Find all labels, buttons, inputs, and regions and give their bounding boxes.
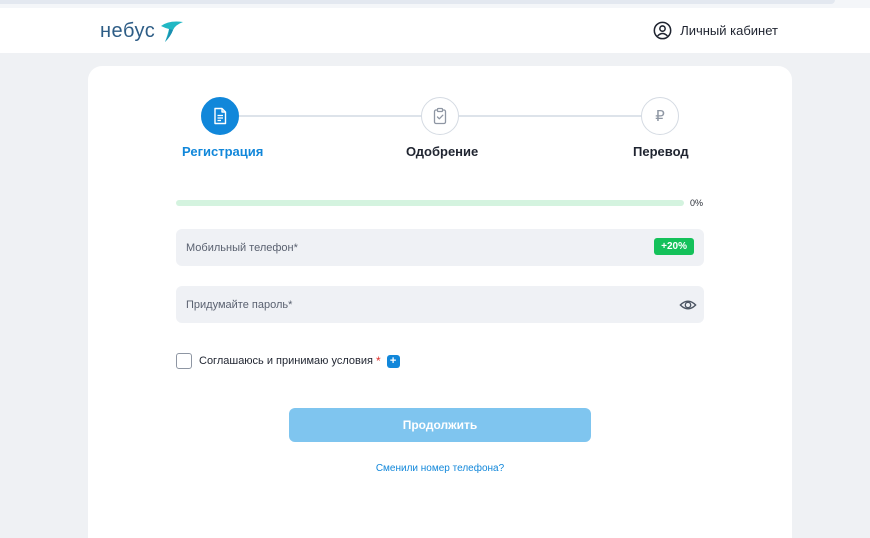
account-link[interactable]: Личный кабинет [653, 21, 778, 40]
clipboard-check-icon [433, 107, 447, 125]
document-icon [214, 107, 227, 125]
logo[interactable]: небус [100, 17, 185, 45]
user-circle-icon [653, 21, 672, 40]
eye-icon[interactable] [679, 296, 697, 314]
stepper-line-1 [239, 115, 422, 117]
ruble-icon: ₽ [655, 107, 665, 125]
phone-field[interactable]: +20% [176, 229, 704, 266]
browser-top-strip [0, 0, 870, 8]
progress-bar [176, 200, 684, 206]
agree-checkbox[interactable] [176, 353, 192, 369]
phone-bonus-badge: +20% [654, 238, 694, 255]
phone-input[interactable] [176, 229, 704, 266]
step-registration-circle [201, 97, 239, 135]
step-label-transfer: Перевод [633, 144, 689, 159]
account-label: Личный кабинет [680, 23, 778, 38]
password-field[interactable] [176, 286, 704, 323]
continue-button[interactable]: Продолжить [289, 408, 591, 442]
step-approval-circle [421, 97, 459, 135]
required-mark: * [375, 354, 381, 368]
agree-label: Соглашаюсь и принимаю условия [199, 355, 373, 367]
step-label-registration: Регистрация [182, 144, 264, 159]
changed-phone-link[interactable]: Сменили номер телефона? [289, 463, 591, 474]
step-transfer-circle: ₽ [641, 97, 679, 135]
progress-percent: 0% [690, 198, 704, 208]
stepper-line-2 [459, 115, 642, 117]
logo-text: небус [100, 19, 156, 42]
password-input[interactable] [176, 286, 704, 323]
step-label-approval: Одобрение [406, 144, 479, 159]
top-scroll-bar [0, 0, 835, 4]
site-header: небус Личный кабинет [0, 8, 870, 53]
expand-terms-button[interactable]: + [386, 354, 400, 368]
logo-wave-icon [161, 21, 184, 42]
agreement-row: Соглашаюсь и принимаю условия * + [176, 353, 400, 369]
